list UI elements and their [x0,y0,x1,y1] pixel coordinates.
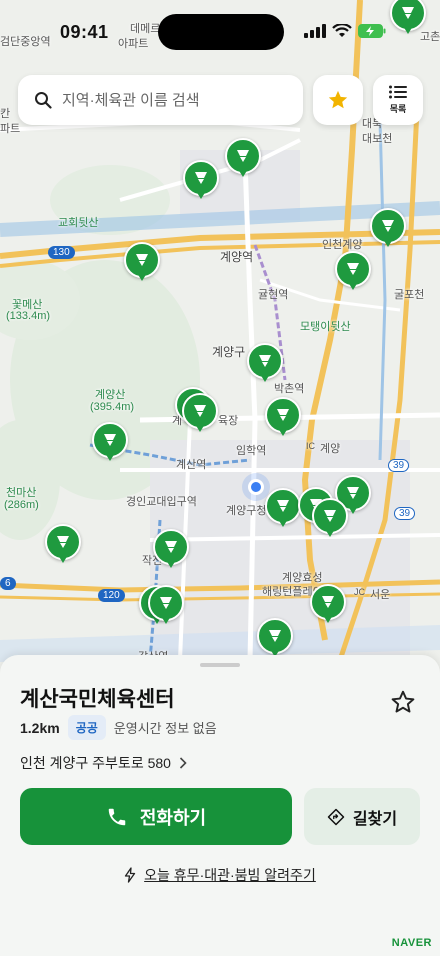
gym-marker[interactable] [310,584,346,626]
road-shield: 120 [98,589,125,602]
map-label: 천마산 [6,487,37,499]
list-button-label: 목록 [389,104,407,114]
gym-marker-icon [277,409,289,421]
directions-button[interactable]: 길찾기 [304,788,420,845]
gym-marker[interactable] [370,208,406,250]
sheet-handle[interactable] [200,663,240,667]
map-label: 인천계양 [322,239,363,251]
facility-distance: 1.2km [20,719,60,736]
gym-marker[interactable] [153,529,189,571]
gym-marker[interactable] [335,251,371,293]
cellular-signal-icon [304,24,326,38]
chevron-right-icon [179,757,187,769]
gym-marker[interactable] [183,160,219,202]
facility-name: 계산국민체육센터 [20,688,175,711]
directions-icon [327,808,345,825]
gym-marker[interactable] [45,524,81,566]
map-label: 계양구청 [226,505,267,517]
gym-marker-icon [104,434,116,446]
map-label: 칸 [0,108,11,120]
status-bar: 09:41 [0,0,440,60]
gym-marker-icon [194,405,206,417]
notify-link-label: 오늘 휴무·대관·붐빔 알려주기 [144,867,316,883]
search-input[interactable] [62,91,282,109]
map-label: 계산역 [176,459,207,471]
status-icons [304,24,386,38]
gym-marker-icon [57,536,69,548]
directions-button-label: 길찾기 [352,810,398,828]
list-button[interactable]: 목록 [373,75,423,125]
gym-marker[interactable] [247,343,283,385]
battery-charging-icon [358,24,386,38]
gym-marker[interactable] [257,618,293,660]
map-label: 계양역 [220,250,254,264]
map-label: 계양산 [95,389,126,401]
dynamic-island [158,14,284,50]
search-icon [35,92,52,109]
facility-meta: 1.2km 공공 운영시간 정보 없음 [20,715,217,740]
gym-marker-icon [160,597,172,609]
favorites-button[interactable] [313,75,363,125]
gym-marker-icon [347,263,359,275]
wifi-icon [332,24,352,37]
gym-marker[interactable] [312,498,348,540]
gym-marker-icon [269,630,281,642]
status-time: 09:41 [60,22,109,42]
map-label: 굴포천 [394,289,425,301]
road-shield: 6 [0,577,16,590]
gym-marker[interactable] [265,397,301,439]
facility-address[interactable]: 인천 계양구 주부토로 580 [20,753,187,773]
gym-marker-icon [324,510,336,522]
gym-marker[interactable] [92,422,128,464]
facility-address-text: 인천 계양구 주부토로 580 [20,755,171,771]
gym-marker[interactable] [182,393,218,435]
gym-marker-icon [277,500,289,512]
map-label: IC [306,441,315,451]
facility-hours: 운영시간 정보 없음 [113,721,217,736]
map-label: 경인교대입구역 [126,496,197,508]
road-shield: 39 [388,459,410,472]
map-label: 파트 [0,123,21,135]
notify-link[interactable]: 오늘 휴무·대관·붐빔 알려주기 [0,865,440,885]
gym-marker-icon [195,172,207,184]
gym-marker[interactable] [265,488,301,530]
gym-marker-icon [165,541,177,553]
road-shield: 39 [394,507,416,520]
road-shield: 130 [48,246,75,259]
phone-icon [108,808,126,825]
map-label: 육장 [218,415,239,427]
facility-sheet[interactable]: 계산국민체육센터 1.2km 공공 운영시간 정보 없음 인천 계양구 주부토로… [0,655,440,956]
map-label: 교회뒷산 [58,217,99,229]
map-label: (395.4m) [90,401,135,413]
list-icon [389,85,407,99]
facility-type-badge: 공공 [67,715,106,740]
search-bar[interactable] [18,75,303,125]
gym-marker[interactable] [148,585,184,627]
current-location-dot [248,479,264,495]
bookmark-star-icon[interactable] [390,689,416,715]
star-icon [328,90,348,109]
call-button-label: 전화하기 [139,807,207,828]
gym-marker-icon [322,596,334,608]
call-button[interactable]: 전화하기 [20,788,292,845]
map-label: (286m) [4,499,39,511]
map-label: (133.4m) [6,310,51,322]
gym-marker-icon [237,150,249,162]
gym-marker-icon [382,220,394,232]
map-label: 서운 [370,589,391,601]
map-label: 계양 [320,443,341,455]
gym-marker[interactable] [124,242,160,284]
gym-marker-icon [259,355,271,367]
map-label: 귤현역 [258,289,289,301]
naver-logo: NAVER [391,937,432,949]
gym-marker[interactable] [225,138,261,180]
gym-marker-icon [136,254,148,266]
map-label: 대보천 [362,133,393,145]
map-label: 모탱이뒷산 [300,321,351,333]
map-label: 임학역 [236,445,267,457]
bolt-icon [125,867,136,883]
map-label: JC [354,587,365,597]
map-label: 계양구 [212,345,246,359]
